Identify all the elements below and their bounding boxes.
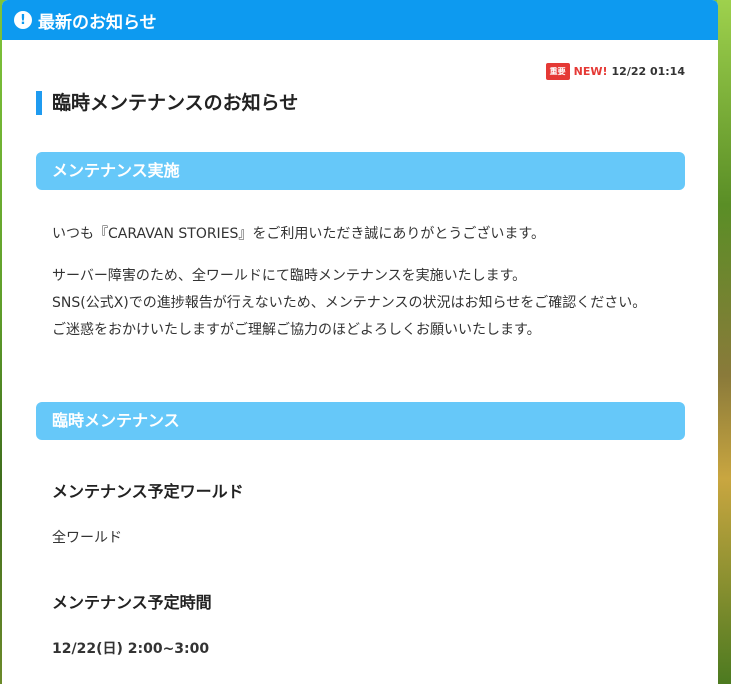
time-heading: メンテナンス予定時間 [52, 593, 212, 612]
body-text: サーバー障害のため、全ワールドにて臨時メンテナンスを実施いたします。 SNS(公… [52, 263, 692, 344]
background-scenery [717, 0, 731, 684]
world-heading: メンテナンス予定ワールド [52, 482, 244, 501]
post-meta: 重要 NEW! 12/22 01:14 [545, 63, 685, 80]
new-badge: NEW! [573, 65, 608, 78]
post-datetime: 12/22 01:14 [611, 65, 685, 78]
important-badge: 重要 [545, 63, 570, 80]
body-line: ご迷惑をおかけいたしますがご理解ご協力のほどよろしくお願いいたします。 [52, 322, 541, 338]
body-line: サーバー障害のため、全ワールドにて臨時メンテナンスを実施いたします。 [52, 268, 527, 284]
section-heading-maintenance: メンテナンス実施 [36, 152, 685, 190]
news-panel: ! 最新のお知らせ 重要 NEW! 12/22 01:14 臨時メンテナンスのお… [2, 0, 718, 684]
section-heading-temporary-maintenance: 臨時メンテナンス [36, 402, 685, 440]
article-title: 臨時メンテナンスのお知らせ [36, 91, 298, 115]
intro-text: いつも『CARAVAN STORIES』をご利用いただき誠にありがとうございます… [52, 226, 546, 242]
panel-header: ! 最新のお知らせ [2, 0, 718, 40]
panel-title: 最新のお知らせ [38, 12, 157, 33]
world-value: 全ワールド [52, 530, 122, 546]
body-line: SNS(公式X)での進捗報告が行えないため、メンテナンスの状況はお知らせをご確認… [52, 295, 647, 311]
exclamation-circle-icon: ! [14, 11, 32, 29]
time-value: 12/22(日) 2:00~3:00 [52, 641, 210, 657]
